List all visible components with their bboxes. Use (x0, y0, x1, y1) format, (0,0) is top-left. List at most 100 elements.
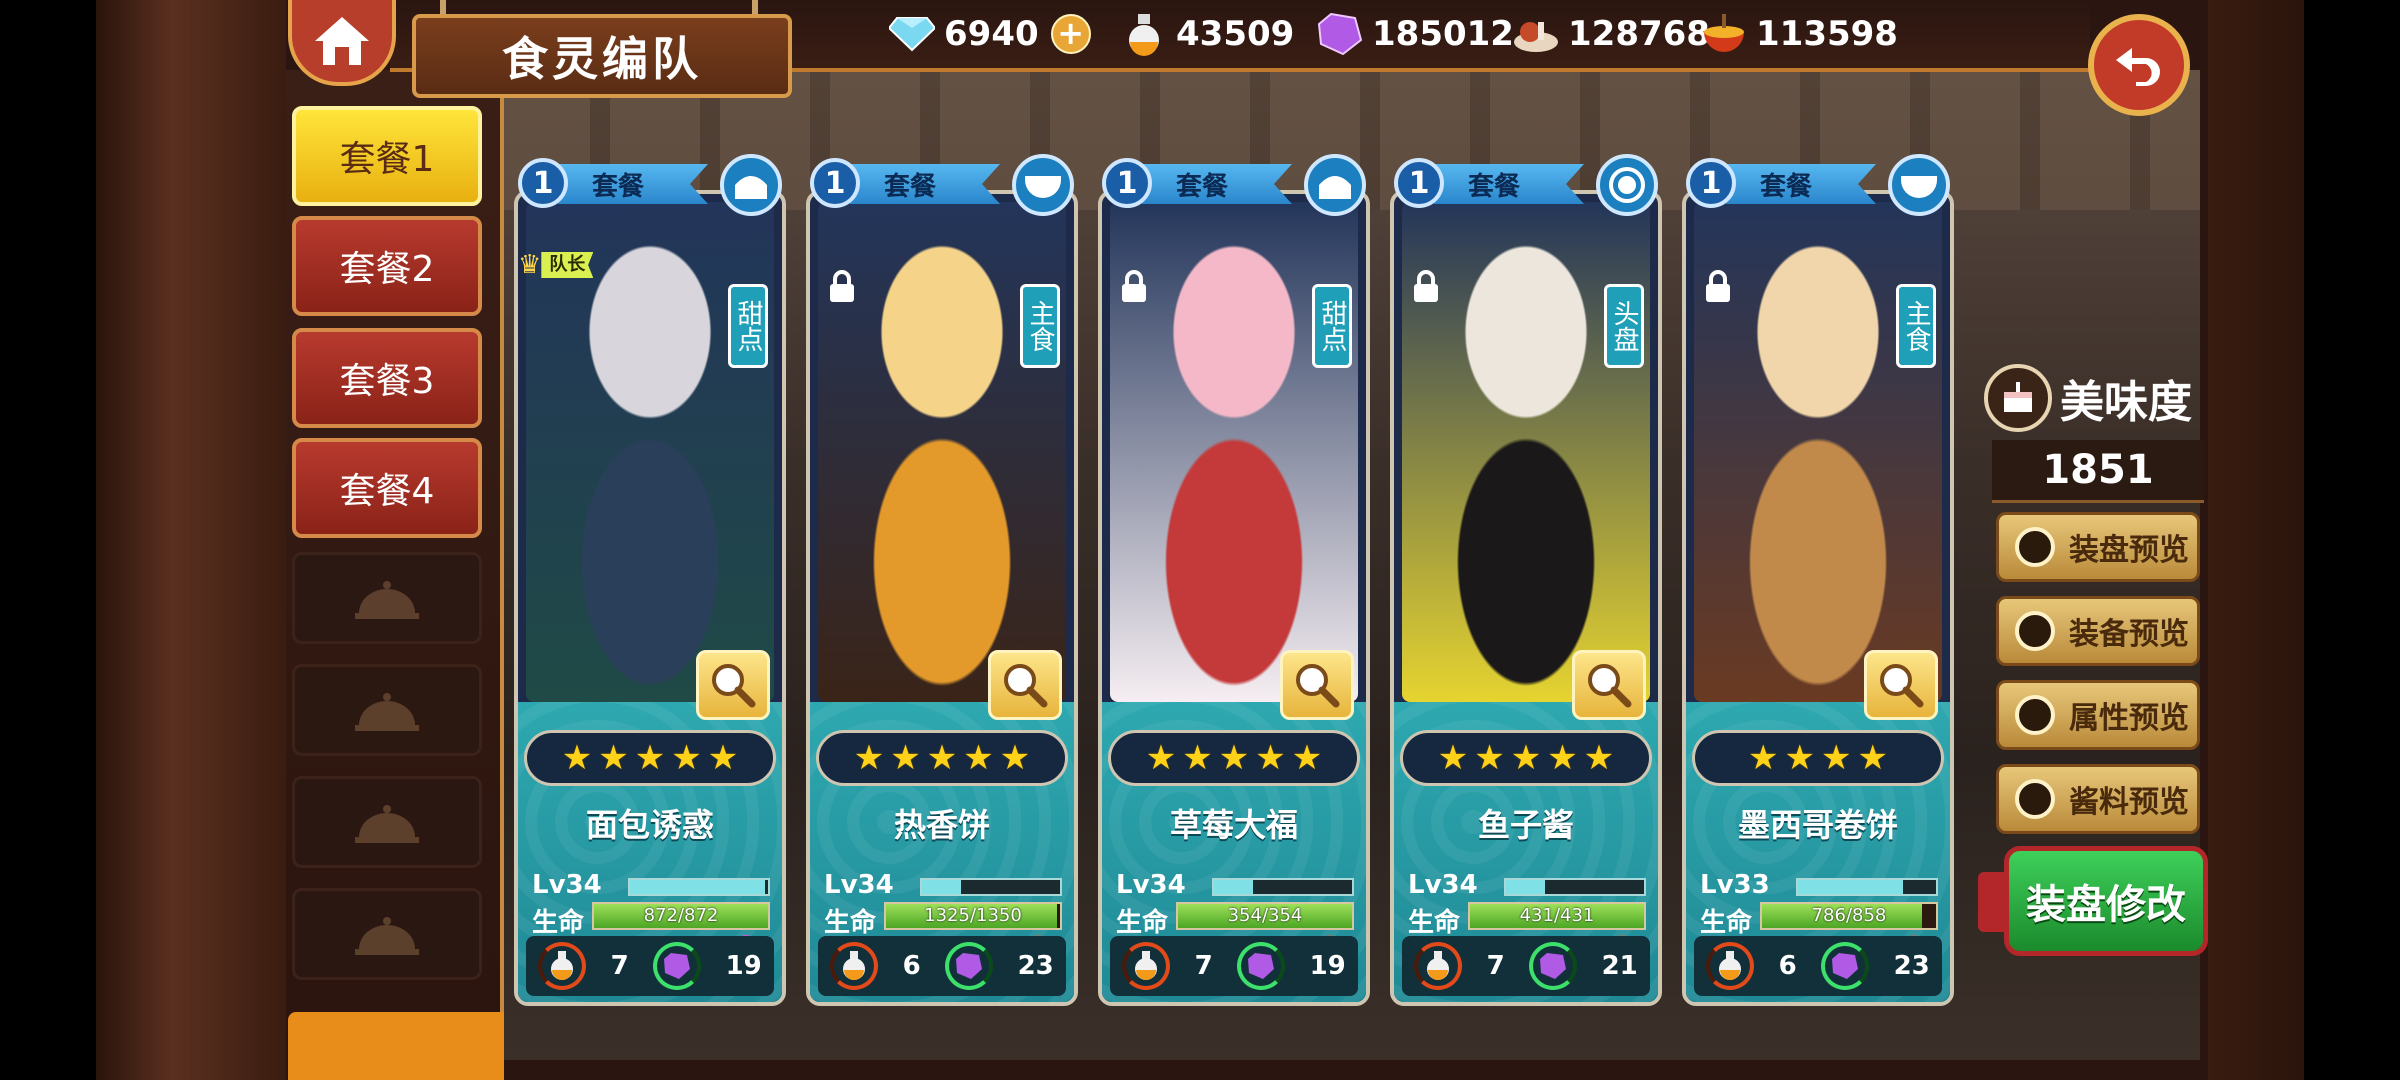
hp-value: 354/354 (1227, 905, 1303, 926)
character-level: Lv34 (1116, 870, 1186, 900)
level-badge: 1 (1394, 158, 1444, 208)
diamond-icon (888, 12, 936, 56)
radio-icon (2015, 527, 2055, 567)
back-button[interactable] (2088, 14, 2190, 116)
potion-cost: 7 (1486, 951, 1505, 981)
star-icon: ★ (963, 738, 994, 778)
character-level: Lv33 (1700, 870, 1770, 900)
hp-bar: 431/431 (1468, 902, 1646, 930)
potion-count: 43509 (1176, 14, 1295, 54)
exp-bar (1796, 878, 1938, 896)
card-footer: 7 21 (1402, 936, 1650, 996)
zoom-button[interactable] (1572, 650, 1646, 720)
character-level: Lv34 (824, 870, 894, 900)
preview-attributes-button[interactable]: 属性预览 (1996, 680, 2200, 750)
bottom-corner-decoration (288, 1012, 504, 1080)
card-header: 套餐 1 (1390, 154, 1662, 216)
locked-dish-icon (355, 805, 419, 843)
hp-label: 生命 (824, 908, 877, 938)
page-title: 食灵编队 (412, 14, 792, 98)
cake-icon (1984, 364, 2052, 432)
card-header: 套餐 1 (806, 154, 1078, 216)
magnifier-icon (1588, 664, 1632, 708)
home-icon (315, 17, 369, 65)
zoom-button[interactable] (696, 650, 770, 720)
food-soul-card[interactable]: ★★★★★面包诱惑Lv34生命872/872美味度: 861719甜点♛队长套餐… (514, 154, 786, 1006)
hp-bar: 872/872 (592, 902, 770, 930)
category-tag: 主食 (1020, 284, 1060, 368)
tab-set-4[interactable]: 套餐4 (292, 438, 482, 538)
crystal-ring-icon (945, 942, 994, 990)
level-badge: 1 (1102, 158, 1152, 208)
card-body: ★★★★★热香饼Lv34生命1325/1350美味度: 254623主食 (806, 190, 1078, 1006)
leader-label: 队长 (541, 252, 594, 278)
type-ribbon: 套餐 (850, 164, 1000, 204)
return-arrow-icon (2116, 48, 2160, 86)
zoom-button[interactable] (1280, 650, 1354, 720)
cake-dish-icon (1304, 154, 1366, 216)
bowl-dish-icon (1012, 154, 1074, 216)
exp-fill (1506, 880, 1545, 894)
diamond-count: 6940 (944, 14, 1039, 54)
magnifier-icon (712, 664, 756, 708)
hp-value: 431/431 (1519, 905, 1595, 926)
radio-icon (2015, 611, 2055, 651)
hp-bar: 1325/1350 (884, 902, 1062, 930)
star-icon: ★ (1218, 738, 1250, 778)
preview-equipment-label: 装备预览 (2069, 617, 2189, 652)
card-header: 套餐 1 (1098, 154, 1370, 216)
food-soul-card[interactable]: ★★★★★草莓大福Lv34生命354/354美味度: 288719甜点套餐1 (1098, 154, 1370, 1006)
zoom-button[interactable] (1864, 650, 1938, 720)
star-icon: ★ (1474, 738, 1505, 778)
star-icon: ★ (1255, 738, 1286, 778)
food-soul-card[interactable]: ★★★★★鱼子酱Lv34生命431/431美味度: 265721头盘套餐1 (1390, 154, 1662, 1006)
character-name: 鱼子酱 (1477, 806, 1574, 844)
exp-bar (1212, 878, 1354, 896)
star-icon: ★ (1437, 738, 1469, 778)
tab-set-2[interactable]: 套餐2 (292, 216, 482, 316)
card-body: ★★★★★鱼子酱Lv34生命431/431美味度: 265721头盘 (1390, 190, 1662, 1006)
hp-label: 生命 (532, 908, 585, 938)
locked-dish-icon (355, 917, 419, 955)
modify-plating-button[interactable]: 装盘修改 (2004, 846, 2208, 956)
star-icon: ★ (561, 738, 593, 778)
tab-set-3[interactable]: 套餐3 (292, 328, 482, 428)
card-header: 套餐 1 (1682, 154, 1954, 216)
star-rating: ★ ★ ★ ★ (1692, 730, 1944, 786)
hp-bar: 354/354 (1176, 902, 1354, 930)
crystal-icon (1316, 12, 1364, 56)
card-body: ★★★★墨西哥卷饼Lv33生命786/858美味度: 183623主食 (1682, 190, 1954, 1006)
type-ribbon: 套餐 (1434, 164, 1584, 204)
preview-sauce-label: 酱料预览 (2069, 785, 2189, 820)
potion-ring-icon (538, 942, 587, 990)
category-tag: 主食 (1896, 284, 1936, 368)
preview-equipment-button[interactable]: 装备预览 (1996, 596, 2200, 666)
leader-badge: ♛ 队长 (518, 250, 594, 280)
star-icon: ★ (926, 738, 958, 778)
tab-set-1[interactable]: 套餐1 (292, 106, 482, 206)
hp-value: 1325/1350 (924, 905, 1022, 926)
exp-fill (630, 880, 766, 894)
preview-sauce-button[interactable]: 酱料预览 (1996, 764, 2200, 834)
zoom-button[interactable] (988, 650, 1062, 720)
exp-fill (1214, 880, 1253, 894)
hp-bar: 786/858 (1760, 902, 1938, 930)
star-icon: ★ (598, 738, 629, 778)
lock-icon (1122, 270, 1146, 302)
add-diamond-button[interactable]: + (1050, 14, 1091, 54)
card-footer: 7 19 (1110, 936, 1358, 996)
hp-label: 生命 (1700, 908, 1753, 938)
food-soul-card[interactable]: ★★★★★热香饼Lv34生命1325/1350美味度: 254623主食套餐1 (806, 154, 1078, 1006)
potion-icon (1120, 12, 1168, 56)
magnifier-icon (1880, 664, 1924, 708)
food-soul-card[interactable]: ★★★★墨西哥卷饼Lv33生命786/858美味度: 183623主食套餐1 (1682, 154, 1954, 1006)
crystal-cost: 19 (725, 951, 762, 981)
radio-icon (2015, 779, 2055, 819)
star-icon: ★ (1821, 738, 1852, 778)
meat-count: 128768 (1568, 14, 1710, 54)
preview-plating-button[interactable]: 装盘预览 (1996, 512, 2200, 582)
potion-ring-icon (830, 942, 879, 990)
potion-cost: 6 (1778, 951, 1797, 981)
crystal-cost: 19 (1309, 951, 1346, 981)
character-level: Lv34 (1408, 870, 1478, 900)
